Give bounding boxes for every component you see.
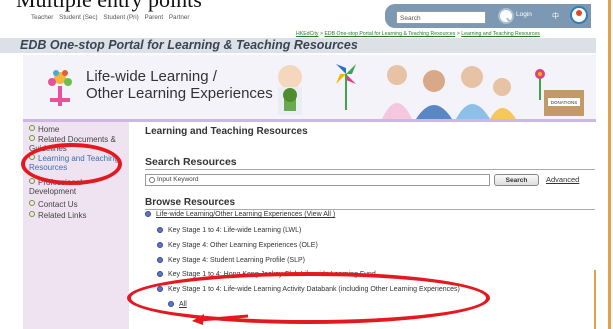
site-search-input[interactable]: Search bbox=[396, 11, 486, 24]
nav-parent[interactable]: Parent bbox=[145, 14, 164, 21]
bullet-icon bbox=[145, 211, 151, 217]
sidebar-item-related-links[interactable]: Related Links bbox=[29, 211, 86, 220]
nav-partner[interactable]: Partner bbox=[169, 14, 190, 21]
breadcrumb-current[interactable]: Learning and Teaching Resources bbox=[461, 31, 540, 37]
slide-border bbox=[608, 0, 611, 329]
language-button[interactable]: 中 bbox=[552, 11, 559, 21]
lwl-logo-icon bbox=[48, 70, 72, 106]
tree-root-item[interactable]: Life-wide Learning/Other Learning Experi… bbox=[145, 211, 335, 218]
portal-title: EDB One-stop Portal for Learning & Teach… bbox=[0, 38, 596, 53]
login-button[interactable]: Login bbox=[516, 11, 532, 18]
bullet-icon bbox=[29, 211, 35, 217]
nav-teacher[interactable]: Teacher bbox=[31, 14, 53, 21]
slide-title: Multiple entry points bbox=[16, 0, 202, 13]
family-photo-image bbox=[372, 57, 522, 119]
sidebar-item-contact-us[interactable]: Contact Us bbox=[29, 200, 78, 209]
pinwheel-icon bbox=[336, 64, 356, 110]
arrow-left-icon bbox=[192, 314, 249, 325]
breadcrumb: HKEdCity > EDB One-stop Portal for Learn… bbox=[296, 31, 540, 37]
divider bbox=[145, 169, 595, 170]
browse-section-title: Browse Resources bbox=[145, 197, 236, 208]
accessibility-icon[interactable] bbox=[570, 6, 588, 24]
bullet-icon bbox=[29, 135, 35, 141]
tree-item-lwl[interactable]: Key Stage 1 to 4: Life-wide Learning (LW… bbox=[157, 227, 301, 234]
bullet-icon bbox=[29, 200, 35, 206]
tree-root-link[interactable]: Life-wide Learning/Other Learning Experi… bbox=[156, 211, 335, 218]
nav-student-sec[interactable]: Student (Sec) bbox=[59, 14, 98, 21]
page-title: Learning and Teaching Resources bbox=[145, 126, 308, 137]
highlight-ellipse-databank bbox=[127, 272, 490, 324]
search-section-title: Search Resources bbox=[145, 156, 237, 168]
keyword-search-input[interactable]: Input Keyword bbox=[145, 174, 490, 186]
bullet-icon bbox=[29, 125, 35, 131]
advanced-search-link[interactable]: Advanced bbox=[546, 175, 579, 184]
tree-item-ole[interactable]: Key Stage 4: Other Learning Experiences … bbox=[157, 242, 318, 249]
sidebar-item-home[interactable]: Home bbox=[29, 125, 59, 134]
bullet-icon bbox=[157, 242, 163, 248]
breadcrumb-portal[interactable]: EDB One-stop Portal for Learning & Teach… bbox=[324, 31, 455, 37]
bullet-icon bbox=[29, 178, 35, 184]
nav-student-pri[interactable]: Student (Pri) bbox=[103, 14, 138, 21]
breadcrumb-hkedcity[interactable]: HKEdCity bbox=[296, 31, 319, 37]
bullet-icon bbox=[157, 227, 163, 233]
bullet-icon bbox=[157, 271, 163, 277]
tree-item-slp[interactable]: Key Stage 4: Student Learning Profile (S… bbox=[157, 257, 305, 264]
audience-nav: Teacher Student (Sec) Student (Pri) Pare… bbox=[31, 14, 194, 21]
bullet-icon bbox=[157, 257, 163, 263]
banner-title: Life-wide Learning / Other Learning Expe… bbox=[86, 68, 273, 102]
highlight-ellipse-sidebar bbox=[21, 143, 122, 185]
divider bbox=[145, 209, 595, 210]
donation-box-image: DONATIONS bbox=[535, 69, 584, 116]
donation-box-label: DONATIONS bbox=[551, 100, 577, 105]
search-button[interactable]: Search bbox=[494, 174, 539, 186]
student-plant-image bbox=[278, 65, 302, 115]
search-icon[interactable] bbox=[498, 8, 514, 24]
slide-border-inner bbox=[594, 270, 596, 329]
